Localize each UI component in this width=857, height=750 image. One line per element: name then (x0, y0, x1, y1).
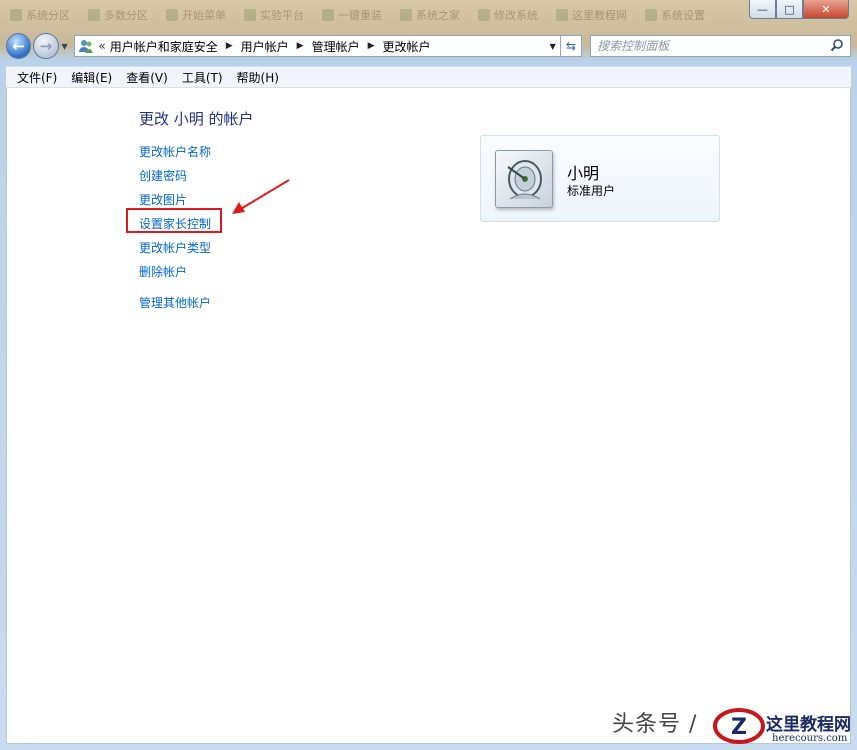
maximize-button[interactable]: □ (776, 0, 803, 19)
task-change-picture[interactable]: 更改图片 (139, 191, 187, 208)
background-tab: 这里教程网 (550, 6, 633, 24)
background-tab: 系统之家 (394, 6, 466, 24)
navigation-bar: ← → ▼ « 用户帐户和家庭安全 ▶ 用户帐户 ▶ 管理帐户 ▶ 更改帐户 ▼… (6, 32, 851, 60)
highlight-box (126, 208, 222, 233)
background-tab: 实验平台 (238, 6, 310, 24)
search-box (590, 35, 851, 57)
background-tab: 一键重装 (316, 6, 388, 24)
breadcrumb-item[interactable]: 管理帐户 (312, 38, 360, 55)
back-button[interactable]: ← (6, 33, 32, 59)
breadcrumb-item[interactable]: 用户帐户和家庭安全 (110, 38, 218, 55)
watermark-text: 头条号 / (612, 712, 698, 737)
user-picture (495, 150, 553, 208)
menu-edit[interactable]: 编辑(E) (64, 69, 119, 86)
background-tab: 系统分区 (4, 6, 76, 24)
close-button[interactable]: ✕ (803, 0, 849, 19)
watermark-site-name: 这里教程网 (766, 715, 851, 735)
user-account-type: 标准用户 (567, 184, 616, 198)
search-input[interactable] (597, 39, 828, 53)
breadcrumb-item[interactable]: 更改帐户 (383, 38, 431, 55)
background-tab: 修改系统 (472, 6, 544, 24)
satellite-dish-icon (507, 160, 542, 200)
user-account-card: 小明 标准用户 (480, 135, 720, 222)
recent-pages-dropdown[interactable]: ▼ (59, 42, 71, 51)
refresh-button[interactable]: ⇆ (560, 35, 583, 57)
menu-help[interactable]: 帮助(H) (230, 69, 286, 86)
background-tab: 开始菜单 (160, 6, 232, 24)
arrow-right-icon: → (39, 37, 53, 55)
caption-buttons: — □ ✕ (749, 0, 849, 19)
user-accounts-icon (78, 38, 94, 54)
window-frame: 系统分区 多数分区 开始菜单 实验平台 一键重装 系统之家 修改系统 这里教程网… (0, 0, 857, 750)
task-delete-account[interactable]: 删除帐户 (139, 263, 187, 280)
svg-text:Z: Z (731, 715, 747, 740)
task-create-password[interactable]: 创建密码 (139, 167, 187, 184)
menu-view[interactable]: 查看(V) (119, 69, 175, 86)
task-change-account-name[interactable]: 更改帐户名称 (139, 143, 211, 160)
content-pane: 更改 小明 的帐户 更改帐户名称 创建密码 更改图片 设置家长控制 更改帐户类型… (6, 88, 851, 744)
user-name: 小明 (567, 164, 600, 183)
breadcrumb-separator-icon[interactable]: ▶ (226, 41, 233, 51)
arrow-left-icon: ← (12, 37, 25, 55)
refresh-icon: ⇆ (565, 39, 576, 53)
task-manage-other-accounts[interactable]: 管理其他帐户 (139, 294, 211, 311)
menu-file[interactable]: 文件(F) (10, 69, 64, 86)
chevron-down-icon: ▼ (61, 41, 68, 51)
breadcrumb-item[interactable]: 用户帐户 (241, 38, 289, 55)
annotation-arrow-icon (232, 179, 290, 214)
address-dropdown-icon[interactable]: ▼ (550, 42, 556, 51)
menu-bar: 文件(F) 编辑(E) 查看(V) 工具(T) 帮助(H) (6, 66, 851, 88)
forward-button[interactable]: → (33, 33, 59, 59)
background-tab: 多数分区 (82, 6, 154, 24)
minimize-button[interactable]: — (749, 0, 776, 19)
background-tab: 系统设置 (639, 6, 711, 24)
menu-tools[interactable]: 工具(T) (175, 69, 230, 86)
watermark-site-url: herecours.com (772, 733, 848, 744)
page-title: 更改 小明 的帐户 (139, 110, 254, 128)
background-tabs: 系统分区 多数分区 开始菜单 实验平台 一键重装 系统之家 修改系统 这里教程网… (0, 0, 740, 28)
address-bar[interactable]: « 用户帐户和家庭安全 ▶ 用户帐户 ▶ 管理帐户 ▶ 更改帐户 ▼ (74, 35, 561, 57)
overflow-chevron[interactable]: « (98, 39, 105, 53)
breadcrumb-separator-icon[interactable]: ▶ (368, 41, 375, 51)
task-change-account-type[interactable]: 更改帐户类型 (139, 239, 211, 256)
search-icon[interactable] (830, 38, 844, 52)
breadcrumb-separator-icon[interactable]: ▶ (297, 41, 304, 51)
watermark-logo-icon: Z (713, 708, 765, 744)
